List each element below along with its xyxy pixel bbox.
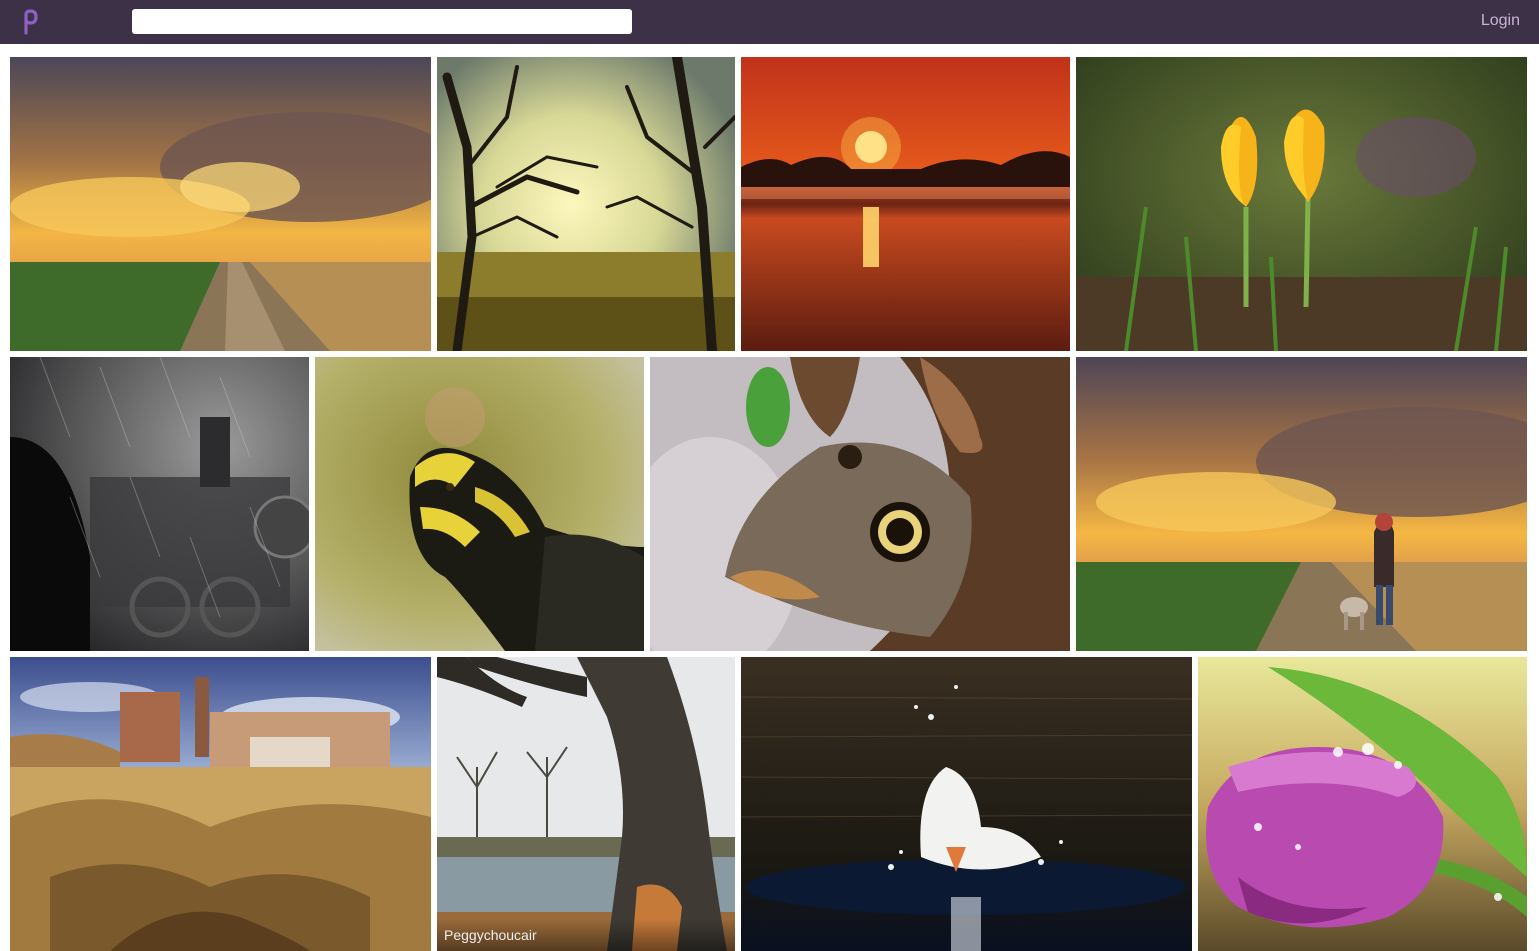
photo-duck-splashing[interactable] bbox=[741, 657, 1192, 951]
photo-bare-trees-sunset[interactable] bbox=[437, 57, 735, 351]
photo-red-lake-sunset[interactable] bbox=[741, 57, 1070, 351]
photo-yellow-crocuses[interactable] bbox=[1076, 57, 1527, 351]
photo-turtle-closeup[interactable] bbox=[315, 357, 644, 651]
photo-steam-locomotive-rain[interactable] bbox=[10, 357, 309, 651]
photo-credit-overlay: Peggychoucair bbox=[437, 919, 735, 951]
photo-credit-author[interactable]: Peggychoucair bbox=[444, 927, 537, 943]
photo-grid: Peggychoucair bbox=[0, 0, 1539, 951]
photo-ruined-mine-hills[interactable] bbox=[10, 657, 431, 951]
photo-old-tree-pond[interactable]: Peggychoucair bbox=[437, 657, 735, 951]
photo-purple-tulip[interactable] bbox=[1198, 657, 1527, 951]
photo-stormy-field-road[interactable] bbox=[10, 57, 431, 351]
photo-woman-dog-field-sunset[interactable] bbox=[1076, 357, 1527, 651]
photo-owl-butterfly[interactable] bbox=[650, 357, 1070, 651]
